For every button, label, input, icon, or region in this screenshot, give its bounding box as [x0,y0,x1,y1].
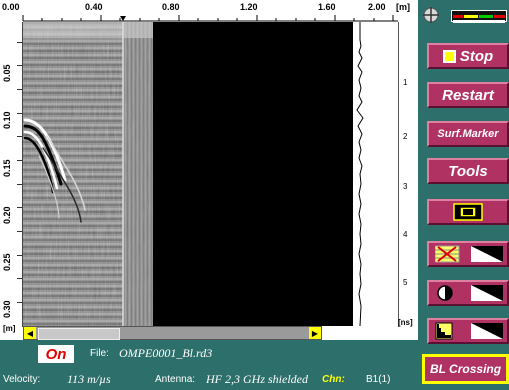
filter-button[interactable] [427,241,509,267]
time-tick-label: 4 [403,230,408,239]
gain-button[interactable] [427,318,509,344]
crosshair-icon[interactable] [422,6,440,24]
file-value: OMPE0001_Bl.rd3 [119,346,213,360]
tools-button[interactable]: Tools [427,158,509,184]
distance-ruler-ticks [22,15,398,22]
tools-button-label: Tools [448,162,488,180]
antenna-value: HF 2,3 GHz shielded [206,372,308,386]
arrow-right-icon[interactable]: ▶ [309,327,321,339]
arrow-left-icon[interactable]: ◀ [24,327,36,339]
surf-marker-button-label: Surf.Marker [437,128,499,140]
radargram-view[interactable] [23,22,353,326]
distance-ruler: 0.00 0.40 0.80 1.20 1.60 2.00 [m] [0,0,418,22]
depth-tick-label: 0.10 [2,111,12,129]
bl-crossing-button-label: BL Crossing [429,362,502,376]
stop-button-label: Stop [459,47,494,65]
depth-tick-label: 0.30 [2,300,12,318]
time-tick-label: 3 [403,182,408,191]
channel-value: B1(1) [366,374,391,385]
depth-tick-label: 0.20 [2,206,12,224]
scroll-thumb[interactable] [38,328,120,340]
time-unit-label: [ns] [398,318,413,327]
channel-label: Chn: [322,374,345,385]
gpr-acquisition-window: 0.00 0.40 0.80 1.20 1.60 2.00 [m] 0.05 0… [0,0,509,390]
time-ruler: 1 2 3 4 5 [398,22,414,327]
time-tick-label: 5 [403,278,408,287]
depth-tick-label: 0.15 [2,159,12,177]
status-bar: On File: OMPE0001_Bl.rd3 Velocity: 113 m… [0,340,418,390]
bl-crossing-button[interactable]: BL Crossing [422,354,509,384]
contrast-icon [437,285,503,301]
depth-tick-label: 0.25 [2,253,12,271]
signal-meter-icon [451,10,507,23]
control-panel: Stop Restart Surf.Marker Tools BL Crossi… [418,0,509,390]
on-status-badge[interactable]: On [38,345,74,363]
gain-curve-icon [435,322,503,340]
antenna-label: Antenna: [155,374,196,385]
velocity-label: Velocity: [3,374,41,385]
depth-ruler: 0.05 0.10 0.15 0.20 0.25 0.30 [0,22,23,327]
surf-marker-button[interactable]: Surf.Marker [427,121,509,147]
file-label: File: [90,348,109,359]
filter-icon [435,245,503,263]
restart-button[interactable]: Restart [427,82,509,108]
zoom-button[interactable] [427,199,509,225]
velocity-value: 113 m/µs [67,372,111,386]
stop-button[interactable]: Stop [427,43,509,69]
contrast-button[interactable] [427,280,509,306]
depth-tick-label: 0.05 [2,64,12,82]
time-tick-label: 2 [403,132,408,141]
restart-button-label: Restart [442,86,494,104]
horizontal-scrollbar[interactable]: ◀ ▶ [23,326,322,340]
position-marker-icon [120,16,126,21]
trace-view [353,22,398,327]
time-tick-label: 1 [403,78,408,87]
zoom-frame-icon [453,203,483,221]
stop-square-icon [442,49,456,63]
depth-unit-label: [m] [3,324,16,333]
